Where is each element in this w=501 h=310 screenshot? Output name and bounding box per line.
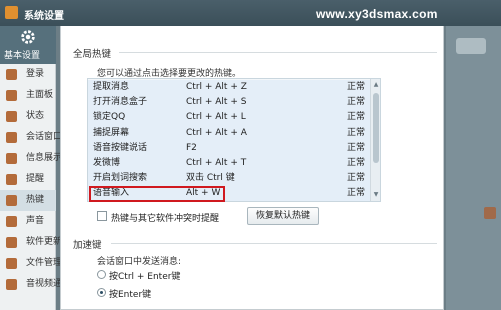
update-icon <box>6 237 17 248</box>
hotkey-row[interactable]: 开启划词搜索 双击 Ctrl 键 正常 <box>88 171 371 187</box>
sidebar-item[interactable]: 主面板 <box>0 85 56 106</box>
av-icon <box>6 279 17 290</box>
gear-icon <box>21 30 35 44</box>
restore-default-hotkeys-button[interactable]: 恢复默认热键 <box>247 207 319 225</box>
sidebar-item[interactable]: 提醒 <box>0 169 56 190</box>
hotkey-name: 语音按键说话 <box>93 142 148 153</box>
hotkey-key: Ctrl + Alt + T <box>186 158 247 168</box>
send-message-label: 会话窗口中发送消息: <box>97 257 182 267</box>
hotkey-row[interactable]: 提取消息 Ctrl + Alt + Z 正常 <box>88 80 371 96</box>
sidebar-item-label: 软件更新 <box>26 237 63 247</box>
hotkey-row[interactable]: 锁定QQ Ctrl + Alt + L 正常 <box>88 110 371 126</box>
hotkey-list[interactable]: 提取消息 Ctrl + Alt + Z 正常 打开消息盒子 Ctrl + Alt + S… <box>87 78 381 202</box>
sidebar-item-label: 会话窗口 <box>26 132 63 142</box>
sidebar-item-label: 提醒 <box>26 174 45 184</box>
sidebar-header-basic-settings[interactable]: 基本设置 <box>0 26 56 64</box>
scroll-up-icon[interactable]: ▲ <box>372 81 380 89</box>
background-search-box <box>456 38 486 54</box>
sound-icon <box>6 216 17 227</box>
hotkey-name: 捕捉屏幕 <box>93 127 130 138</box>
hotkey-row[interactable]: 发微博 Ctrl + Alt + T 正常 <box>88 156 371 172</box>
radio-enter[interactable] <box>97 288 106 297</box>
chat-window-icon <box>6 132 17 143</box>
sidebar-item[interactable]: 声音 <box>0 211 56 232</box>
conflict-reminder-label: 热键与其它软件冲突时提醒 <box>111 214 220 224</box>
divider <box>119 52 437 53</box>
sidebar-item-label: 主面板 <box>26 90 54 100</box>
hotkey-key: Ctrl + Alt + A <box>186 127 247 138</box>
hotkey-key: Ctrl + Alt + L <box>186 112 246 123</box>
login-icon <box>6 69 17 80</box>
settings-panel: 全局热键 您可以通过点击选择要更改的热键。 提取消息 Ctrl + Alt + Z… <box>60 26 444 310</box>
sidebar-item[interactable]: 软件更新 <box>0 232 62 253</box>
sidebar-item-label: 状态 <box>26 111 45 121</box>
sidebar-item-label: 声音 <box>26 216 45 226</box>
hotkey-key: F2 <box>186 142 197 153</box>
hotkey-state: 正常 <box>347 188 366 199</box>
hotkey-state: 正常 <box>347 158 366 168</box>
file-icon <box>6 258 17 269</box>
app-icon <box>5 6 18 19</box>
sidebar-item[interactable]: 登录 <box>0 64 56 85</box>
hotkey-icon <box>6 195 17 206</box>
info-icon <box>6 153 17 164</box>
hotkey-name: 发微博 <box>93 158 121 168</box>
hotkey-state: 正常 <box>347 82 366 92</box>
window-title: 系统设置 <box>24 11 64 22</box>
title-bar: 系统设置 www.xy3dsmax.com <box>0 0 501 26</box>
hotkey-name: 提取消息 <box>93 82 130 92</box>
status-icon <box>6 111 17 122</box>
sidebar-item-label: 热键 <box>26 195 45 205</box>
background-window <box>446 26 501 310</box>
sidebar-item[interactable]: 音视频通话 <box>0 274 71 295</box>
hotkey-name: 开启划词搜索 <box>93 173 148 184</box>
hotkey-row[interactable]: 语音按键说话 F2 正常 <box>88 140 371 156</box>
divider <box>111 243 437 244</box>
conflict-reminder-checkbox[interactable] <box>97 211 107 221</box>
sidebar-item[interactable]: 热键 <box>0 190 56 211</box>
hotkey-state: 正常 <box>347 173 366 184</box>
sidebar-item-label: 信息展示 <box>26 153 63 163</box>
hotkey-key: 双击 Ctrl 键 <box>186 173 235 184</box>
panel-icon <box>6 90 17 101</box>
scroll-down-icon[interactable]: ▼ <box>372 191 380 199</box>
hotkey-row[interactable]: 捕捉屏幕 Ctrl + Alt + A 正常 <box>88 125 371 141</box>
radio-enter-label: 按Enter键 <box>109 290 152 300</box>
sidebar-header-label: 基本设置 <box>4 51 41 61</box>
background-icon <box>484 207 496 219</box>
hotkey-state: 正常 <box>347 127 366 138</box>
scroll-thumb[interactable] <box>373 93 379 163</box>
hotkey-state: 正常 <box>347 97 366 108</box>
hotkey-name: 锁定QQ <box>93 112 126 123</box>
section-title-accelerator: 加速键 <box>73 240 102 251</box>
watermark: www.xy3dsmax.com <box>316 7 438 21</box>
sidebar-item-label: 登录 <box>26 69 45 79</box>
radio-ctrl-enter-label: 按Ctrl + Enter键 <box>109 272 181 282</box>
hotkey-name: 打开消息盒子 <box>93 97 148 108</box>
hotkey-state: 正常 <box>347 112 366 123</box>
list-scrollbar[interactable]: ▲ ▼ <box>370 79 380 201</box>
sidebar-item[interactable]: 文件管理 <box>0 253 62 274</box>
sidebar-item[interactable]: 信息展示 <box>0 148 62 169</box>
hotkey-state: 正常 <box>347 142 366 153</box>
sidebar-item[interactable]: 会话窗口 <box>0 127 62 148</box>
hotkey-row[interactable]: 打开消息盒子 Ctrl + Alt + S 正常 <box>88 95 371 111</box>
highlight-box <box>89 186 225 202</box>
radio-ctrl-enter[interactable] <box>97 270 106 279</box>
hotkey-key: Ctrl + Alt + S <box>186 97 247 108</box>
section-title-global-hotkeys: 全局热键 <box>73 49 112 60</box>
sidebar-item-label: 文件管理 <box>26 258 63 268</box>
sidebar-item[interactable]: 状态 <box>0 106 56 127</box>
reminder-icon <box>6 174 17 185</box>
sidebar: 基本设置 登录主面板状态会话窗口信息展示提醒热键声音软件更新文件管理音视频通话 <box>0 26 71 310</box>
hotkey-key: Ctrl + Alt + Z <box>186 82 247 92</box>
